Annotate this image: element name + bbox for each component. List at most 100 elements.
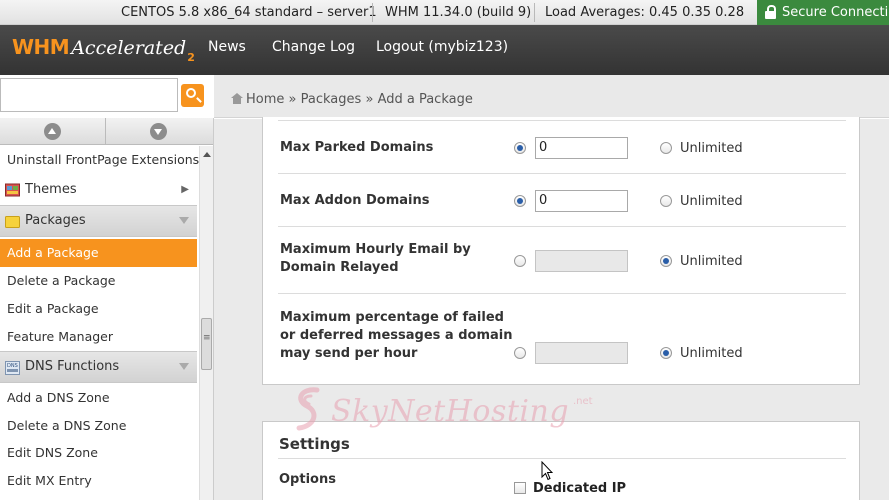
dns-icon: DNS	[5, 361, 20, 375]
nav-change-log[interactable]: Change Log	[272, 25, 355, 70]
row-max-addon-domains: Max Addon Domains 0 Unlimited	[278, 173, 846, 226]
unlimited-radio[interactable]	[660, 195, 672, 207]
sidebar-item-feature-manager[interactable]: Feature Manager	[0, 323, 197, 351]
max-failed-percentage-input[interactable]	[535, 342, 628, 364]
sidebar-item-themes[interactable]: Themes ▶	[0, 175, 197, 205]
field-label: Max Parked Domains	[280, 140, 434, 155]
sidebar-item-label: Add a DNS Zone	[7, 390, 110, 405]
breadcrumb-separator: »	[365, 92, 374, 107]
field-label: or deferred messages a domain	[280, 328, 513, 343]
unlimited-radio[interactable]	[660, 347, 672, 359]
settings-panel: Settings Options Dedicated IP	[262, 421, 860, 500]
server-info: CENTOS 5.8 x86_64 standard – server1	[121, 5, 377, 20]
dedicated-ip-checkbox[interactable]	[514, 482, 526, 494]
whm-logo[interactable]: WHM Accelerated2	[12, 35, 195, 67]
arrow-down-icon	[150, 123, 167, 140]
max-parked-domains-input[interactable]: 0	[535, 137, 628, 159]
options-label: Options	[279, 472, 336, 487]
settings-heading: Settings	[279, 435, 350, 453]
status-bar: CENTOS 5.8 x86_64 standard – server1 WHM…	[0, 0, 889, 25]
breadcrumb-home[interactable]: Home	[246, 92, 284, 107]
breadcrumb-current: Add a Package	[377, 92, 473, 107]
sidebar-item-label: Edit a Package	[7, 301, 99, 316]
sidebar-item-label: Themes	[25, 182, 77, 197]
sidebar-item-delete-package[interactable]: Delete a Package	[0, 267, 197, 295]
unlimited-label: Unlimited	[680, 346, 743, 361]
dedicated-ip-label: Dedicated IP	[533, 481, 627, 496]
field-label: Maximum Hourly Email by	[280, 242, 471, 257]
sidebar-item-label: Packages	[25, 213, 86, 228]
unlimited-label: Unlimited	[680, 141, 743, 156]
unlimited-label: Unlimited	[680, 194, 743, 209]
sidebar-item-add-package[interactable]: Add a Package	[0, 239, 197, 267]
arrow-up-icon	[44, 123, 61, 140]
logo-whm: WHM	[12, 35, 70, 59]
sidebar-scrollbar[interactable]	[199, 146, 213, 500]
breadcrumb-packages[interactable]: Packages	[301, 92, 362, 107]
row-max-hourly-email: Maximum Hourly Email by Domain Relayed U…	[278, 226, 846, 293]
sidebar-item-edit-package[interactable]: Edit a Package	[0, 295, 197, 323]
sidebar-item-uninstall-frontpage[interactable]: Uninstall FrontPage Extensions	[0, 146, 200, 174]
sidebar-item-label: Edit MX Entry	[7, 473, 92, 488]
nav-logout[interactable]: Logout (mybiz123)	[376, 25, 508, 70]
sidebar-item-label: Delete a DNS Zone	[7, 418, 127, 433]
breadcrumb-bar: Home » Packages » Add a Package	[214, 75, 889, 118]
scroll-up-arrow-icon[interactable]	[203, 152, 211, 157]
divider	[278, 458, 846, 459]
sidebar-item-dns-functions[interactable]: DNS DNS Functions	[0, 351, 197, 383]
packages-icon	[5, 216, 20, 228]
status-divider	[372, 3, 373, 22]
search-button[interactable]	[181, 84, 204, 107]
sidebar-item-edit-dns-zone[interactable]: Edit DNS Zone	[0, 439, 197, 467]
breadcrumb-separator: »	[288, 92, 297, 107]
sidebar-item-delete-dns-zone[interactable]: Delete a DNS Zone	[0, 412, 197, 440]
chevron-down-icon	[179, 217, 189, 224]
max-addon-domains-input[interactable]: 0	[535, 190, 628, 212]
secure-connection-label: Secure Connection	[782, 5, 889, 20]
logo-version: 2	[187, 51, 195, 64]
scroll-up-button[interactable]	[0, 118, 105, 145]
unlimited-radio[interactable]	[660, 255, 672, 267]
search-icon	[186, 88, 196, 98]
header: WHM Accelerated2 News Change Log Logout (…	[0, 25, 889, 75]
limit-radio[interactable]	[514, 255, 526, 267]
nav-news[interactable]: News	[208, 25, 246, 70]
sidebar-item-label: DNS Functions	[25, 359, 120, 374]
lock-icon	[765, 5, 776, 19]
field-label: Domain Relayed	[280, 260, 399, 275]
sidebar-search-input[interactable]	[0, 78, 178, 112]
sidebar-scroll-controls	[0, 118, 213, 145]
mouse-cursor-icon	[541, 461, 553, 481]
max-hourly-email-input[interactable]	[535, 250, 628, 272]
breadcrumb: Home » Packages » Add a Package	[231, 75, 473, 118]
field-label: Max Addon Domains	[280, 193, 430, 208]
sidebar-item-add-dns-zone[interactable]: Add a DNS Zone	[0, 384, 197, 412]
limit-radio[interactable]	[514, 195, 526, 207]
sidebar-item-label: Feature Manager	[7, 329, 113, 344]
row-max-failed-percentage: Maximum percentage of failed or deferred…	[278, 293, 846, 381]
scroll-down-button[interactable]	[106, 118, 213, 145]
chevron-down-icon	[179, 363, 189, 370]
svg-text:DNS: DNS	[7, 363, 18, 369]
limit-radio[interactable]	[514, 347, 526, 359]
field-label: Maximum percentage of failed	[280, 310, 504, 325]
load-averages: Load Averages: 0.45 0.35 0.28	[545, 5, 745, 20]
unlimited-radio[interactable]	[660, 142, 672, 154]
field-label: may send per hour	[280, 346, 418, 361]
package-resources-panel: Max Parked Domains 0 Unlimited Max Addon…	[262, 117, 860, 385]
sidebar-item-packages[interactable]: Packages	[0, 205, 197, 237]
scrollbar-thumb[interactable]	[201, 318, 212, 370]
sidebar-item-label: Uninstall FrontPage Extensions	[7, 152, 200, 167]
sidebar: Uninstall FrontPage Extensions Themes ▶ …	[0, 118, 214, 500]
expand-arrow-icon: ▶	[181, 184, 189, 195]
secure-connection-badge: Secure Connection	[757, 0, 889, 25]
sidebar-item-label: Delete a Package	[7, 273, 116, 288]
sidebar-item-edit-mx-entry[interactable]: Edit MX Entry	[0, 467, 197, 495]
logo-accelerated: Accelerated	[71, 37, 187, 59]
themes-icon	[5, 183, 20, 197]
main-content: Max Parked Domains 0 Unlimited Max Addon…	[214, 117, 889, 500]
limit-radio[interactable]	[514, 142, 526, 154]
status-divider	[534, 3, 535, 22]
home-icon	[231, 93, 243, 104]
sidebar-item-label: Edit DNS Zone	[7, 445, 98, 460]
